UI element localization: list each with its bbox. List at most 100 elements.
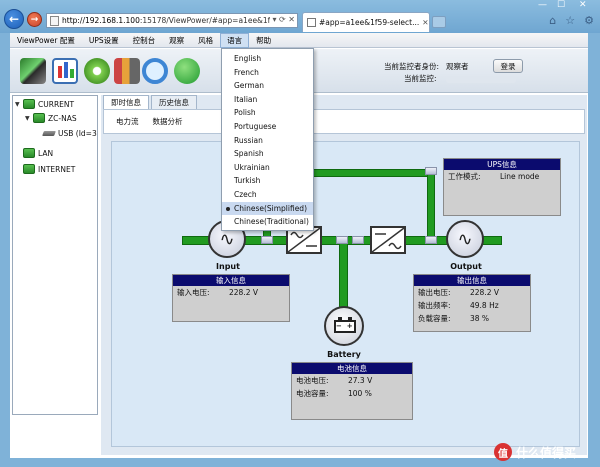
language-option-czech[interactable]: Czech [222, 188, 313, 202]
inverter-symbol [371, 227, 405, 253]
address-tools-icon[interactable]: ▾ ⟳ ✕ [270, 15, 295, 24]
language-option-portuguese[interactable]: Portuguese [222, 120, 313, 134]
computer-icon [33, 113, 45, 123]
reload-icon[interactable] [174, 58, 200, 84]
ups-devices-icon[interactable] [114, 58, 140, 84]
arrow-left-icon: ← [8, 12, 20, 26]
menu-viewpower-config[interactable]: ViewPower 配置 [10, 35, 82, 46]
address-path: :15178/ViewPower/#app=a1ee&1f59 [139, 16, 280, 25]
operator-value: 观察者 [446, 62, 469, 71]
language-option-chinese-simplified[interactable]: Chinese(Simplified) [222, 201, 313, 216]
address-host: http://192.168.1.100 [62, 16, 140, 25]
output-label: Output [450, 262, 482, 271]
home-icon[interactable]: ⌂ [549, 14, 556, 27]
device-tree: ▼ CURRENT ▼ ZC-NAS USB (Id=3 LAN INTERNE… [12, 95, 98, 415]
battery-voltage-value: 27.3 V [348, 376, 373, 385]
monitor-icon[interactable] [20, 58, 46, 84]
language-option-turkish[interactable]: Turkish [222, 174, 313, 188]
language-option-chinese-traditional[interactable]: Chinese(Traditional) [222, 215, 313, 229]
language-option-italian[interactable]: Italian [222, 93, 313, 107]
login-button[interactable]: 登录 [493, 59, 523, 73]
operator-label: 当前监控者身份: [384, 62, 440, 71]
watermark-text: 什么值得买 [516, 445, 577, 460]
language-option-spanish[interactable]: Spanish [222, 147, 313, 161]
tree-item-internet[interactable]: INTERNET [23, 164, 75, 174]
back-button[interactable]: ← [4, 9, 24, 29]
joint-right [425, 236, 437, 244]
tree-item-current[interactable]: ▼ CURRENT [15, 99, 74, 109]
subtab-power-flow[interactable]: 电力流 [116, 116, 139, 127]
menu-help[interactable]: 帮助 [249, 35, 278, 46]
language-dropdown: English French German Italian Polish Por… [221, 48, 314, 231]
tree-item-nas[interactable]: ▼ ZC-NAS [25, 113, 77, 123]
subtab-data-analysis[interactable]: 数据分析 [153, 116, 183, 127]
language-option-english[interactable]: English [222, 52, 313, 66]
input-info-title: 输入信息 [173, 275, 289, 286]
battery-info-row: 电池容量: 100 % [292, 387, 412, 400]
joint-left [261, 236, 273, 244]
language-option-label: Chinese(Simplified) [234, 203, 307, 213]
ac-output-icon: ∿ [446, 220, 484, 258]
star-icon[interactable]: ☆ [565, 14, 575, 27]
network-icon [23, 99, 35, 109]
tree-label-internet: INTERNET [38, 164, 76, 174]
monitor-value-redacted [446, 76, 516, 83]
menu-ups-settings[interactable]: UPS设置 [82, 35, 126, 46]
language-option-polish[interactable]: Polish [222, 106, 313, 120]
input-info-box: 输入信息 输入电压: 228.2 V [172, 274, 290, 322]
tree-item-lan[interactable]: LAN [23, 148, 53, 158]
ups-info-title: UPS信息 [444, 159, 560, 170]
bypass-line-right [427, 169, 435, 241]
config-chart-icon[interactable] [52, 58, 78, 84]
minimize-icon[interactable]: — [538, 0, 547, 10]
search-icon[interactable] [142, 58, 168, 84]
address-bar[interactable]: http://192.168.1.100:15178/ViewPower/#ap… [46, 13, 298, 28]
language-option-french[interactable]: French [222, 66, 313, 80]
tree-label-lan: LAN [38, 148, 54, 158]
main-panel: 即时信息 历史信息 电力流 数据分析 ∿ Input ∿ Output − + … [101, 95, 587, 455]
close-window-icon[interactable]: ✕ [579, 0, 587, 10]
expand-arrow-icon[interactable]: ▼ [25, 115, 33, 122]
ups-mode-key: 工作模式: [448, 172, 481, 181]
battery-capacity-key: 电池容量: [296, 389, 329, 398]
watermark-logo-icon: 值 [494, 443, 512, 461]
language-option-russian[interactable]: Russian [222, 134, 313, 148]
menu-language[interactable]: 语言 [220, 32, 250, 48]
refresh-gear-icon[interactable] [84, 58, 110, 84]
language-option-german[interactable]: German [222, 79, 313, 93]
new-tab-button[interactable] [432, 16, 446, 28]
tab-page-icon [307, 18, 316, 27]
language-option-ukrainian[interactable]: Ukrainian [222, 161, 313, 175]
tab-close-icon[interactable]: ✕ [419, 18, 428, 27]
maximize-icon[interactable]: ☐ [557, 0, 565, 10]
input-label: Input [216, 262, 240, 271]
ups-info-row: 工作模式: Line mode [444, 170, 560, 183]
ups-mode-value: Line mode [500, 172, 540, 181]
menu-view[interactable]: 观察 [162, 35, 191, 46]
joint-center [336, 236, 348, 244]
lan-icon [23, 148, 35, 158]
battery-icon: − + [324, 306, 364, 346]
internet-icon [23, 164, 35, 174]
inverter-icon [370, 226, 406, 254]
battery-line [339, 241, 348, 313]
settings-gear-icon[interactable]: ⚙ [584, 14, 594, 27]
output-frequency-value: 49.8 Hz [470, 301, 499, 310]
browser-tab[interactable]: #app=a1ee&1f59-select... ✕ [302, 12, 430, 32]
battery-polarity: − + [336, 322, 353, 330]
tree-label-current: CURRENT [38, 99, 75, 109]
browser-toolbar-icons: ⌂ ☆ ⚙ [549, 14, 594, 27]
menu-console[interactable]: 控制台 [126, 35, 163, 46]
battery-voltage-key: 电池电压: [296, 376, 329, 385]
forward-button[interactable]: → [27, 12, 42, 27]
tree-item-usb[interactable]: USB (Id=3 [42, 129, 97, 138]
monitor-label: 当前监控: [404, 74, 437, 83]
input-info-row: 输入电压: 228.2 V [173, 286, 289, 299]
menu-style[interactable]: 风格 [191, 35, 220, 46]
battery-label: Battery [327, 350, 361, 359]
tab-history[interactable]: 历史信息 [151, 95, 197, 109]
selected-dot-icon [226, 206, 230, 211]
expand-arrow-icon[interactable]: ▼ [15, 101, 23, 108]
tab-realtime[interactable]: 即时信息 [103, 95, 149, 109]
menu-bar: ViewPower 配置 UPS设置 控制台 观察 风格 语言 帮助 [10, 32, 588, 48]
